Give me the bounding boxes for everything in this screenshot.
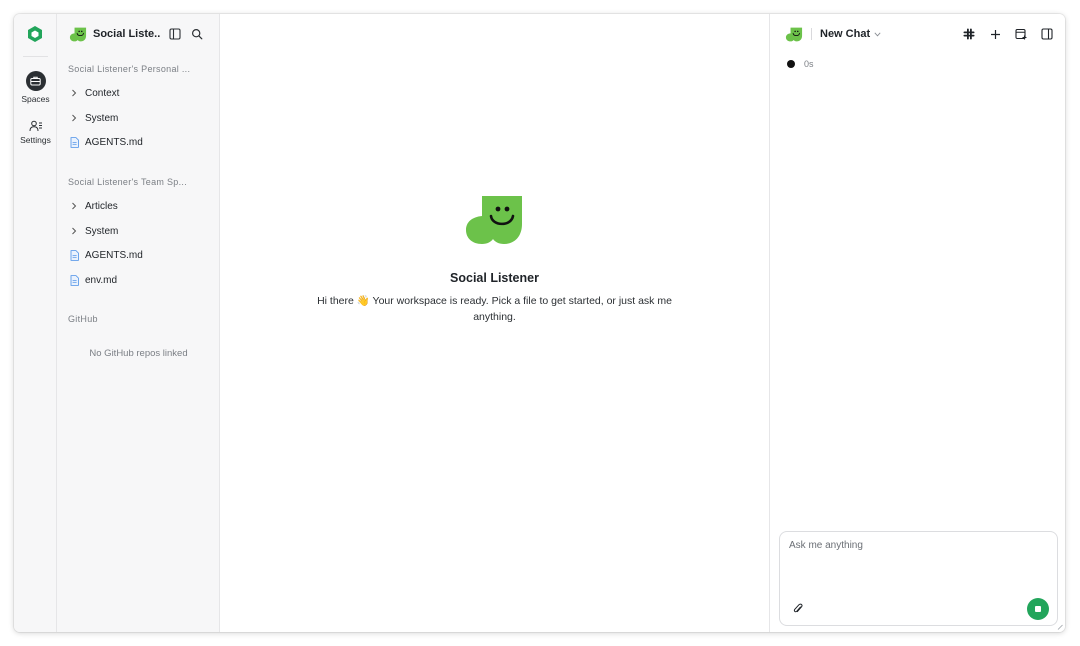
chat-title[interactable]: New Chat: [820, 28, 870, 40]
toggle-sidebar-button[interactable]: [167, 26, 183, 42]
rail-item-spaces[interactable]: Spaces: [14, 71, 57, 104]
chevron-right-icon: [69, 88, 79, 98]
search-icon: [191, 28, 203, 40]
sidebar-header: Social Liste...: [69, 25, 214, 43]
rail-item-label: Settings: [20, 135, 51, 145]
workspace-title: Social Listener: [450, 271, 539, 285]
tree-item-label: Context: [85, 87, 120, 99]
history-button[interactable]: [1013, 26, 1029, 42]
tree-item-label: System: [85, 112, 119, 124]
run-status: 0s: [787, 58, 814, 70]
section-heading-personal: Social Listener's Personal ...: [68, 64, 191, 74]
chat-input[interactable]: [789, 540, 1047, 590]
rail-item-label: Spaces: [21, 94, 50, 104]
chat-composer: [779, 531, 1058, 626]
section-heading-team: Social Listener's Team Sp...: [68, 177, 188, 187]
slack-icon: [963, 28, 975, 40]
tree-item-system[interactable]: System: [69, 222, 209, 240]
section-heading-github: GitHub: [68, 314, 98, 324]
tree-item-label: Articles: [85, 200, 118, 212]
tree-item-agents-md[interactable]: AGENTS.md: [69, 133, 209, 151]
calendar-add-icon: [1015, 28, 1027, 40]
chat-panel: New Chat 0s Ask me anything: [769, 14, 1065, 632]
tree-item-label: AGENTS.md: [85, 249, 143, 261]
app-logo-icon[interactable]: [26, 25, 44, 43]
paperclip-icon: [793, 603, 803, 613]
briefcase-icon: [25, 71, 46, 91]
panel-right-icon: [1041, 28, 1053, 40]
space-title[interactable]: Social Liste...: [93, 28, 161, 40]
tree-item-label: System: [85, 225, 119, 237]
chevron-right-icon: [69, 113, 79, 123]
sidebar: Social Liste... Social Listener's Person…: [57, 14, 220, 632]
chevron-right-icon: [69, 201, 79, 211]
chevron-down-icon[interactable]: [874, 30, 882, 38]
plus-icon: [990, 29, 1000, 39]
resize-grip-icon[interactable]: [1057, 624, 1063, 630]
space-logo-icon: [466, 196, 522, 244]
nav-rail: Spaces Settings: [14, 14, 57, 632]
github-empty-state: No GitHub repos linked: [89, 348, 188, 359]
chevron-right-icon: [69, 226, 79, 236]
file-icon: [69, 274, 79, 286]
chat-toolbar: [951, 25, 1055, 43]
main-content: Social Listener Hi there 👋 Your workspac…: [220, 14, 769, 632]
stop-button[interactable]: [1027, 598, 1049, 620]
agent-avatar-icon: [785, 27, 803, 41]
rail-item-settings[interactable]: Settings: [14, 120, 57, 145]
toggle-chat-panel-button[interactable]: [1039, 26, 1055, 42]
status-dot-icon: [787, 60, 795, 68]
users-settings-icon: [29, 120, 43, 132]
tree-item-label: env.md: [85, 274, 118, 286]
tree-item-label: AGENTS.md: [85, 136, 143, 148]
chat-header: New Chat: [785, 25, 1055, 43]
app-window: Spaces Settings Social Liste... Social L…: [14, 14, 1065, 632]
file-icon: [69, 249, 79, 261]
tree-item-env-md[interactable]: env.md: [69, 271, 209, 289]
welcome-message: Hi there 👋 Your workspace is ready. Pick…: [317, 295, 672, 323]
sidebar-panel-icon: [169, 28, 181, 40]
tree-item-context[interactable]: Context: [69, 84, 209, 102]
file-icon: [69, 136, 79, 148]
tree-item-articles[interactable]: Articles: [69, 197, 209, 215]
search-button[interactable]: [189, 26, 205, 42]
space-avatar-icon[interactable]: [69, 27, 87, 42]
tree-item-agents-md[interactable]: AGENTS.md: [69, 246, 209, 264]
elapsed-time: 0s: [804, 59, 814, 69]
new-chat-button[interactable]: [987, 26, 1003, 42]
rail-divider: [23, 56, 48, 57]
attach-button[interactable]: [791, 602, 805, 616]
header-divider: [811, 28, 812, 40]
stop-icon: [1035, 606, 1041, 612]
slack-button[interactable]: [961, 26, 977, 42]
tree-item-system[interactable]: System: [69, 109, 209, 127]
